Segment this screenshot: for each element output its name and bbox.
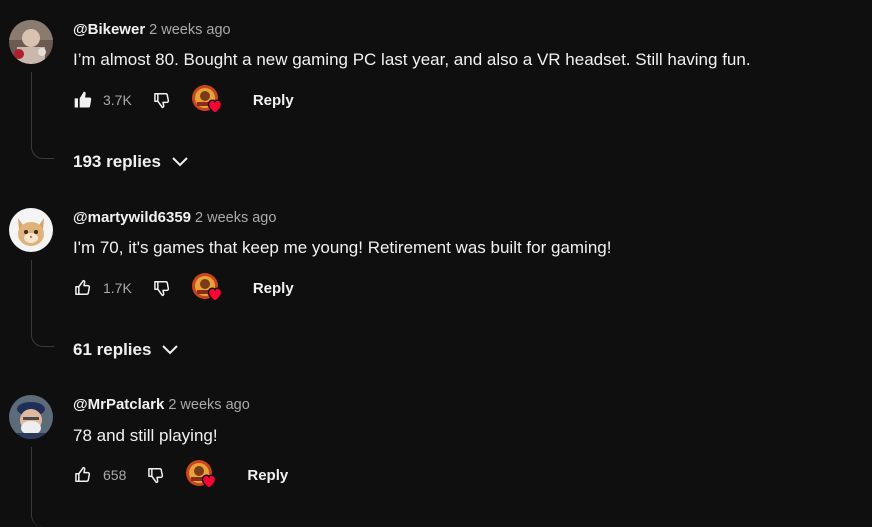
- thumbs-up-icon: [74, 91, 92, 108]
- like-button[interactable]: 658: [73, 465, 126, 485]
- author-name[interactable]: @Bikewer: [73, 21, 145, 38]
- thumbs-down-icon: [148, 468, 164, 484]
- dislike-button[interactable]: [152, 278, 172, 298]
- comment-text: I’m almost 80. Bought a new gaming PC la…: [73, 50, 751, 69]
- action-bar: 3.7K Reply: [73, 85, 294, 115]
- like-count: 658: [103, 467, 127, 483]
- thread-line: [31, 72, 54, 159]
- action-bar: 658 Reply: [73, 460, 288, 490]
- creator-heart-badge: [191, 85, 225, 115]
- comment-header: @Bikewer 2 weeks ago: [73, 21, 231, 38]
- thumbs-up-icon: [75, 466, 91, 482]
- creator-heart-badge: [185, 460, 219, 490]
- replies-count-label: 193 replies: [73, 152, 161, 171]
- thumbs-up-icon: [75, 279, 91, 295]
- author-name[interactable]: @MrPatclark: [73, 396, 164, 413]
- comment-header: @MrPatclark 2 weeks ago: [73, 396, 250, 413]
- comment-header: @martywild6359 2 weeks ago: [73, 209, 276, 226]
- like-button[interactable]: 1.7K: [73, 278, 132, 298]
- avatar[interactable]: [9, 395, 53, 439]
- like-button[interactable]: 3.7K: [73, 90, 132, 110]
- timestamp[interactable]: 2 weeks ago: [149, 22, 230, 38]
- thumbs-down-icon: [153, 93, 169, 109]
- like-count: 3.7K: [103, 92, 132, 108]
- thread-line: [31, 260, 54, 347]
- chevron-down-icon: [162, 345, 179, 355]
- avatar[interactable]: [9, 208, 53, 252]
- timestamp[interactable]: 2 weeks ago: [195, 210, 276, 226]
- creator-heart-icon: [207, 287, 223, 302]
- dislike-button[interactable]: [146, 465, 166, 485]
- avatar[interactable]: [9, 20, 53, 64]
- dislike-button[interactable]: [152, 90, 172, 110]
- comment-text: 78 and still playing!: [73, 426, 218, 445]
- replies-count-label: 61 replies: [73, 340, 152, 359]
- comment-text: I'm 70, it's games that keep me young! R…: [73, 238, 612, 257]
- chevron-down-icon: [172, 157, 188, 167]
- action-bar: 1.7K Reply: [73, 273, 294, 303]
- view-replies-button[interactable]: 61 replies: [73, 340, 179, 360]
- timestamp[interactable]: 2 weeks ago: [168, 397, 249, 413]
- thumbs-down-icon: [153, 281, 169, 297]
- creator-heart-icon: [202, 474, 217, 489]
- like-count: 1.7K: [103, 280, 132, 296]
- reply-button[interactable]: Reply: [253, 92, 294, 109]
- author-name[interactable]: @martywild6359: [73, 209, 191, 226]
- creator-heart-badge: [191, 273, 225, 303]
- view-replies-button[interactable]: 193 replies: [73, 152, 189, 172]
- reply-button[interactable]: Reply: [247, 467, 288, 484]
- creator-heart-icon: [207, 99, 223, 114]
- thread-line: [31, 447, 54, 527]
- reply-button[interactable]: Reply: [253, 280, 294, 297]
